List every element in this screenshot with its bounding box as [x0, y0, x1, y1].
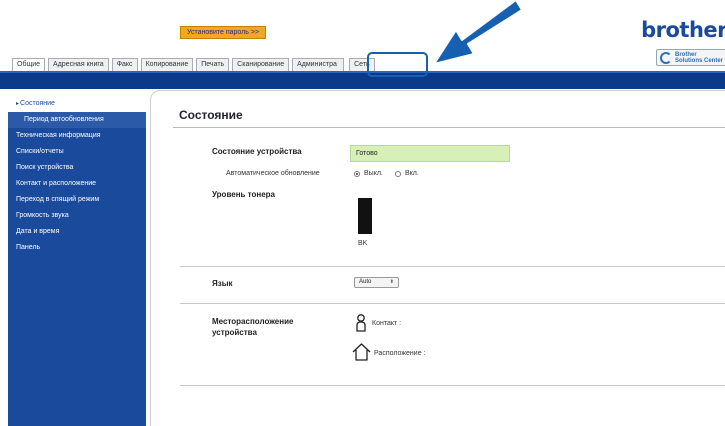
tab-scan[interactable]: Сканирование [232, 58, 290, 71]
pointer-arrow-icon [433, 0, 523, 65]
solutions-center-text: Brother Solutions Center [675, 52, 723, 64]
tab-address-book[interactable]: Адресная книга [48, 58, 109, 71]
brother-logo: brother [641, 18, 725, 42]
location-house-icon [352, 343, 371, 361]
auto-refresh-off-radio[interactable] [354, 171, 360, 177]
tab-fax[interactable]: Факс [111, 58, 138, 71]
header-bar [0, 71, 725, 89]
sidebar-item-volume[interactable]: Громкость звука [8, 208, 146, 224]
tab-administrator[interactable]: Администрар [292, 58, 345, 71]
sidebar-bullet-icon: ▸ [16, 101, 20, 107]
page-title: Состояние [179, 108, 243, 122]
section-divider [180, 303, 725, 304]
solutions-center-icon [660, 51, 672, 64]
section-divider [180, 266, 725, 267]
auto-refresh-off-label: Выкл. [364, 170, 383, 177]
language-select[interactable]: Auto ⬍ [354, 277, 399, 288]
auto-refresh-on-label: Вкл. [405, 170, 419, 177]
contact-label: Контакт : [372, 320, 402, 327]
solutions-center-button[interactable]: Brother Solutions Center [656, 49, 725, 66]
sidebar-item-auto-refresh[interactable]: Период автообновления [8, 112, 146, 128]
section-divider [180, 385, 725, 386]
language-select-value: Auto [359, 279, 372, 285]
sidebar-item-label: Состояние [20, 100, 55, 107]
sidebar-item-technical-info[interactable]: Техническая информация [8, 128, 146, 144]
sidebar-item-lists-reports[interactable]: Списки/отчеты [8, 144, 146, 160]
title-divider [173, 127, 725, 128]
sidebar-item-panel[interactable]: Панель [8, 240, 146, 256]
device-status-label: Состояние устройства [212, 147, 302, 156]
sidebar: ▸Состояние Период автообновления Техниче… [8, 96, 146, 426]
auto-refresh-on-radio[interactable] [395, 171, 401, 177]
solutions-center-line2: Solutions Center [675, 57, 724, 64]
sidebar-item-sleep-mode[interactable]: Переход в спящий режим [8, 192, 146, 208]
tab-print[interactable]: Печать [196, 58, 230, 71]
tab-general[interactable]: Общие [12, 58, 46, 71]
language-label: Язык [212, 279, 233, 288]
tab-administrator-label: Администра [297, 61, 337, 68]
main-tabbar: Общие Адресная книга Факс Копирование Пе… [12, 58, 378, 71]
auto-refresh-label: Автоматическое обновление [226, 170, 320, 177]
toner-level-label: Уровень тонера [212, 190, 275, 199]
location-label: Расположение : [374, 350, 426, 357]
device-location-label-line2: устройства [212, 328, 257, 337]
sidebar-item-contact-location[interactable]: Контакт и расположение [8, 176, 146, 192]
device-location-label: Месторасположение [212, 317, 294, 326]
toner-level-bar [358, 198, 372, 234]
sidebar-item-find-device[interactable]: Поиск устройства [8, 160, 146, 176]
network-tab-highlight [367, 52, 428, 77]
sidebar-item-status[interactable]: ▸Состояние [8, 96, 146, 112]
set-password-button[interactable]: Установите пароль >> [180, 26, 266, 39]
main-panel [150, 90, 725, 426]
select-arrows-icon: ⬍ [389, 279, 394, 285]
device-status-value: Готово [350, 145, 510, 162]
tab-copy[interactable]: Копирование [140, 58, 194, 71]
sidebar-item-date-time[interactable]: Дата и время [8, 224, 146, 240]
toner-color-label: BK [358, 240, 368, 247]
contact-person-icon [356, 314, 366, 332]
